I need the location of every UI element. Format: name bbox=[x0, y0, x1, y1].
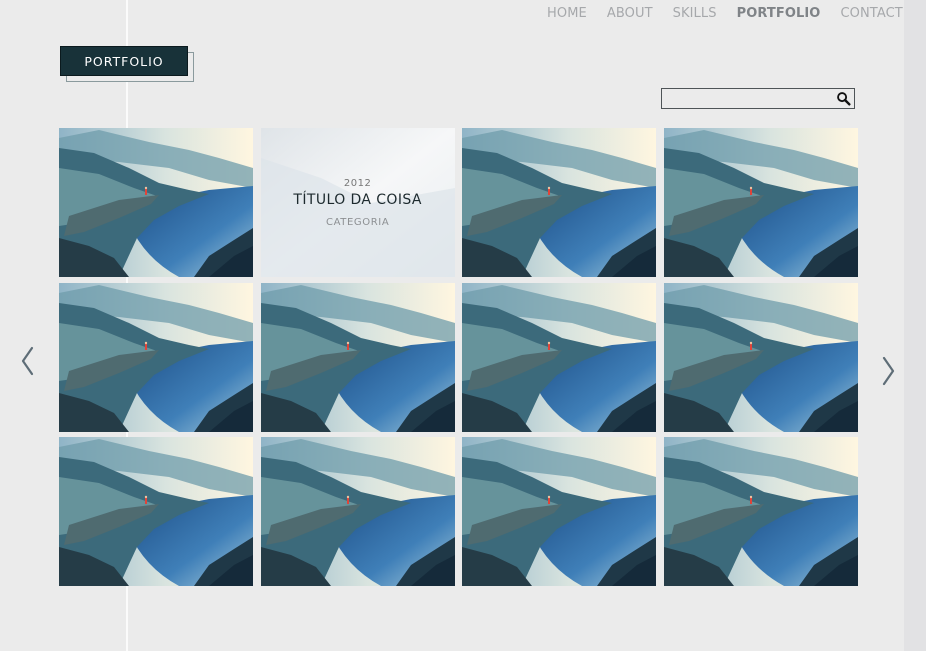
search-box bbox=[661, 88, 855, 109]
portfolio-image bbox=[462, 283, 656, 432]
main-nav: HOME ABOUT SKILLS PORTFOLIO CONTACT bbox=[547, 6, 903, 21]
portfolio-image bbox=[59, 283, 253, 432]
portfolio-image bbox=[664, 283, 858, 432]
portfolio-image bbox=[462, 437, 656, 586]
nav-about[interactable]: ABOUT bbox=[607, 6, 653, 21]
logo-badge: PORTFOLIO bbox=[60, 46, 188, 76]
portfolio-image bbox=[664, 128, 858, 277]
search-input[interactable] bbox=[664, 90, 832, 105]
nav-portfolio[interactable]: PORTFOLIO bbox=[737, 6, 821, 21]
portfolio-tile-hovered[interactable]: 2012 TÍTULO DA COISA CATEGORIA bbox=[260, 128, 455, 277]
portfolio-tile[interactable] bbox=[59, 282, 253, 432]
tile-year: 2012 bbox=[343, 177, 372, 189]
nav-skills[interactable]: SKILLS bbox=[673, 6, 717, 21]
portfolio-tile[interactable] bbox=[462, 128, 657, 277]
portfolio-tile[interactable] bbox=[462, 437, 657, 586]
nav-home[interactable]: HOME bbox=[547, 6, 587, 21]
tile-category: CATEGORIA bbox=[326, 216, 390, 228]
portfolio-tile[interactable] bbox=[59, 437, 253, 586]
right-edge-strip bbox=[904, 0, 926, 651]
portfolio-image bbox=[664, 437, 858, 586]
portfolio-tile[interactable] bbox=[260, 282, 455, 432]
portfolio-image bbox=[261, 283, 455, 432]
portfolio-image bbox=[59, 437, 253, 586]
chevron-left-icon[interactable] bbox=[20, 346, 36, 376]
logo-text: PORTFOLIO bbox=[84, 53, 164, 69]
portfolio-tile[interactable] bbox=[663, 437, 858, 586]
nav-contact[interactable]: CONTACT bbox=[840, 6, 902, 21]
tile-title: TÍTULO DA COISA bbox=[293, 191, 422, 208]
portfolio-image bbox=[261, 437, 455, 586]
search-icon[interactable] bbox=[836, 91, 851, 106]
portfolio-tile[interactable] bbox=[59, 128, 253, 277]
portfolio-tile[interactable] bbox=[663, 128, 858, 277]
portfolio-tile[interactable] bbox=[663, 282, 858, 432]
portfolio-tile[interactable] bbox=[260, 437, 455, 586]
tile-caption: 2012 TÍTULO DA COISA CATEGORIA bbox=[293, 178, 421, 228]
portfolio-image bbox=[462, 128, 656, 277]
portfolio-image bbox=[59, 128, 253, 277]
site-logo[interactable]: PORTFOLIO bbox=[60, 46, 194, 82]
portfolio-grid: 2012 TÍTULO DA COISA CATEGORIA bbox=[59, 128, 858, 586]
chevron-right-icon[interactable] bbox=[880, 356, 896, 386]
portfolio-tile[interactable] bbox=[462, 282, 657, 432]
